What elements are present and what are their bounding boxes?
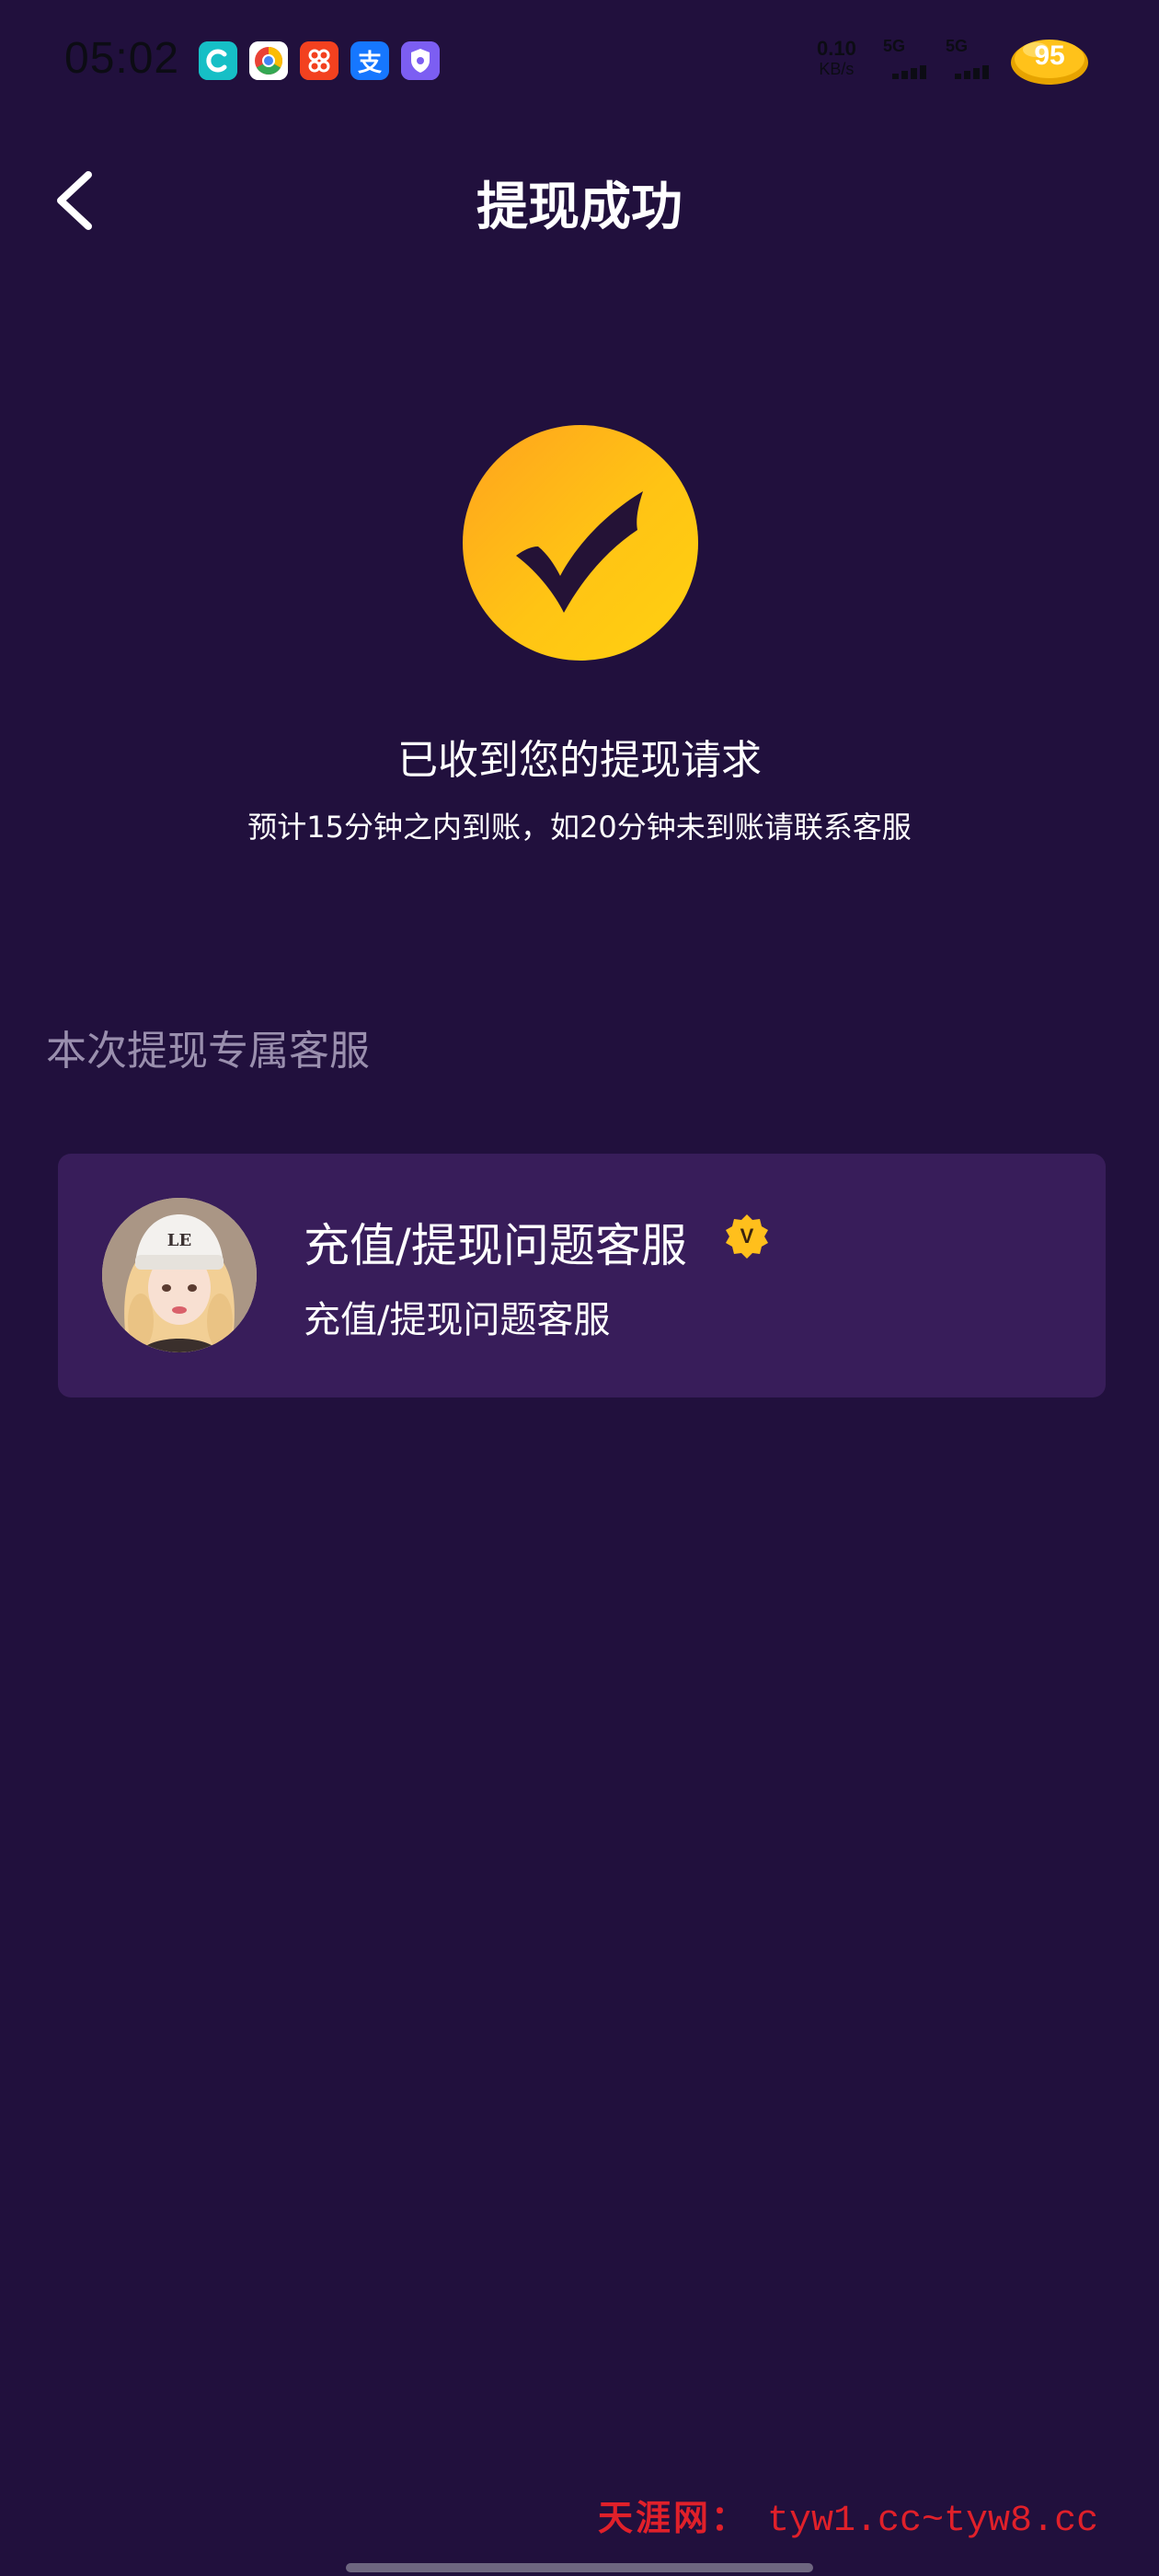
alipay-icon: 支 (350, 41, 389, 80)
success-title: 已收到您的提现请求 (397, 737, 762, 784)
page-title: 提现成功 (476, 178, 683, 237)
status-bar: 05:02 支 0.10 KB/s 5G 5G 95 (0, 0, 1159, 120)
chrome-icon (249, 41, 288, 80)
home-indicator[interactable] (346, 2563, 813, 2572)
watermark-site-name: 天涯网： (598, 2497, 750, 2538)
red-app-icon (300, 41, 339, 80)
battery-icon: 95 (1008, 28, 1091, 88)
c-app-icon (199, 41, 237, 80)
customer-service-card[interactable]: LE 充值/提现问题客服 V 充值/提现问题客服 (58, 1154, 1106, 1397)
success-check-icon (463, 425, 698, 661)
avatar: LE (102, 1198, 257, 1352)
service-name: 充值/提现问题客服 (304, 1219, 687, 1272)
watermark: 天涯网： tyw1.cc~tyw8.cc (598, 2490, 1098, 2542)
success-subtitle: 预计15分钟之内到账，如20分钟未到账请联系客服 (247, 810, 912, 845)
signal-icon-sim2: 5G (944, 37, 1008, 83)
verified-badge-letter: V (740, 1225, 754, 1248)
watermark-url: tyw1.cc~tyw8.cc (767, 2501, 1099, 2542)
service-description: 充值/提现问题客服 (304, 1299, 611, 1341)
beanie-text: LE (167, 1231, 191, 1250)
signal-1-label: 5G (883, 37, 906, 55)
signal-icon-sim1: 5G (881, 37, 946, 83)
alipay-glyph: 支 (357, 48, 382, 76)
withdraw-success-screen: 05:02 支 0.10 KB/s 5G 5G 95 提现成功 已收到您的提现请… (0, 0, 1159, 2576)
section-title: 本次提现专属客服 (46, 1028, 370, 1075)
status-time: 05:02 (64, 34, 180, 83)
verified-badge-icon: V (726, 1214, 768, 1259)
signal-2-label: 5G (946, 37, 969, 55)
network-speed-value: 0.10 (817, 37, 856, 60)
shield-app-icon (401, 41, 440, 80)
battery-level: 95 (1034, 40, 1065, 71)
network-speed-unit: KB/s (819, 60, 855, 78)
network-speed: 0.10 KB/s (817, 39, 856, 79)
